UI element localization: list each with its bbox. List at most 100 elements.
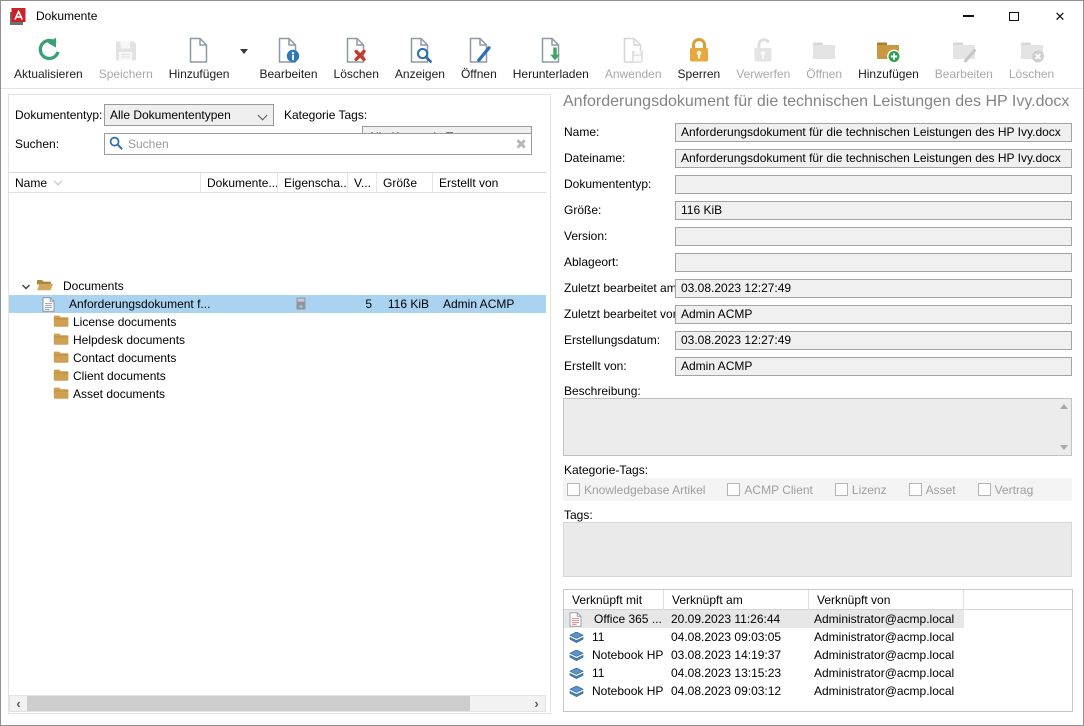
tags-box[interactable] [563, 522, 1072, 577]
toolbar-oeffnen-dokument-button[interactable]: Öffnen [453, 34, 505, 81]
scroll-down-icon[interactable] [1060, 445, 1068, 450]
folder-icon [53, 350, 69, 367]
linked-items-table: Verknüpft mit Verknüpft am Verknüpft von… [563, 589, 1073, 712]
toolbar-button-label: Bearbeiten [935, 67, 993, 81]
details-title: Anforderungsdokument für die technischen… [563, 93, 1075, 111]
content-area: Dokumententyp: Alle Dokumententypen Kate… [1, 89, 1083, 726]
toolbar-sperren-button[interactable]: Sperren [670, 34, 729, 81]
version-field[interactable] [675, 227, 1072, 246]
hinzufuegen-dropdown-button[interactable] [237, 34, 251, 68]
toolbar-herunterladen-button[interactable]: Herunterladen [505, 34, 597, 81]
toolbar-bearbeiten-ordner-button: Bearbeiten [927, 34, 1001, 81]
linked-row[interactable]: 11 04.08.2023 09:03:05 Administrator@acm… [564, 628, 964, 646]
folder-icon [53, 386, 69, 403]
search-input[interactable] [128, 137, 515, 151]
search-icon [109, 136, 123, 153]
tree-row-label: Documents [63, 277, 124, 295]
client-icon [569, 686, 584, 701]
column-header-verknuepft-am[interactable]: Verknüpft am [664, 590, 809, 610]
linked-row[interactable]: Notebook HP 03.08.2023 14:19:37 Administ… [564, 646, 964, 664]
scrollbar-thumb[interactable] [27, 696, 470, 711]
unlock-icon [747, 35, 779, 67]
tree-row-helpdesk-documents[interactable]: Helpdesk documents [9, 331, 546, 349]
acmp-logo-icon [10, 8, 27, 25]
linked-by: Administrator@acmp.local [814, 646, 954, 664]
minimize-button[interactable] [945, 1, 991, 31]
linked-by: Administrator@acmp.local [814, 610, 954, 628]
toolbar-anzeigen-button[interactable]: Anzeigen [387, 34, 453, 81]
erstellungsdatum-field[interactable]: 03.08.2023 12:27:49 [675, 331, 1072, 350]
document-download-icon [535, 35, 567, 67]
tree-row-contact-documents[interactable]: Contact documents [9, 349, 546, 367]
linked-row[interactable]: 11 04.08.2023 13:15:23 Administrator@acm… [564, 664, 964, 682]
beschreibung-label: Beschreibung: [564, 384, 641, 398]
document-tree: Name Dokumente... Eigenscha... V... Größ… [9, 172, 546, 695]
dokumententyp-selected-value: Alle Dokumententypen [110, 108, 231, 122]
field-label: Zuletzt bearbeitet von: [564, 305, 674, 324]
tree-row-documents[interactable]: Documents [9, 277, 546, 295]
scroll-right-icon[interactable]: › [528, 696, 545, 711]
column-header-name[interactable]: Name [9, 173, 201, 193]
expand-chevron-icon[interactable] [21, 281, 31, 291]
scroll-left-icon[interactable]: ‹ [10, 696, 27, 711]
toolbar-hinzufuegen-ordner-button[interactable]: Hinzufügen [850, 34, 927, 81]
column-header-version[interactable]: V... [348, 173, 377, 193]
folder-open-icon [36, 278, 54, 295]
dokumententyp-select[interactable]: Alle Dokumententypen [104, 104, 274, 126]
scroll-up-icon[interactable] [1060, 404, 1068, 409]
toolbar-hinzufuegen-dokument-button[interactable]: Hinzufügen [161, 34, 238, 81]
document-search-icon [404, 35, 436, 67]
linked-name: 11 [592, 628, 664, 646]
toolbar-aktualisieren-button[interactable]: Aktualisieren [6, 34, 91, 81]
tree-row-size: 116 KiB [377, 295, 429, 313]
linked-at: 04.08.2023 09:03:05 [671, 628, 781, 646]
horizontal-scrollbar[interactable]: ‹ › [9, 695, 546, 712]
window-title: Dokumente [36, 9, 97, 23]
column-header-verknuepft-von[interactable]: Verknüpft von [809, 590, 964, 610]
tree-row-asset-documents[interactable]: Asset documents [9, 385, 546, 403]
toolbar-loeschen-dokument-button[interactable]: Löschen [326, 34, 387, 81]
document-icon [42, 297, 55, 315]
tree-row-label: Contact documents [73, 349, 176, 367]
search-field: ✖ [104, 133, 532, 155]
folder-delete-icon [1016, 35, 1048, 67]
ablageort-field[interactable] [675, 253, 1072, 272]
field-label: Name: [564, 123, 674, 142]
textarea-scrollbar[interactable] [1055, 401, 1069, 453]
column-header-erstellt-von[interactable]: Erstellt von [433, 173, 546, 193]
toolbar-bearbeiten-dokument-button[interactable]: Bearbeiten [251, 34, 325, 81]
zuletzt-bearbeitet-von-field[interactable]: Admin ACMP [675, 305, 1072, 324]
kategorie-tags-label: Kategorie-Tags: [564, 463, 648, 477]
column-header-dokumente[interactable]: Dokumente... [201, 173, 278, 193]
linked-name: Notebook HP [592, 646, 664, 664]
properties-icon [296, 297, 306, 313]
column-header-verknuepft-mit[interactable]: Verknüpft mit [564, 590, 664, 610]
clear-search-icon[interactable]: ✖ [515, 137, 527, 151]
details-panel: Anforderungsdokument für die technischen… [561, 89, 1078, 726]
linked-row[interactable]: Notebook HP 04.08.2023 09:03:12 Administ… [564, 682, 964, 700]
close-button[interactable]: ✕ [1037, 1, 1083, 31]
refresh-icon [32, 35, 64, 67]
dateiname-field[interactable]: Anforderungsdokument für die technischen… [675, 149, 1072, 168]
beschreibung-textarea[interactable] [563, 398, 1072, 456]
groesse-field[interactable]: 116 KiB [675, 201, 1072, 220]
name-field[interactable]: Anforderungsdokument für die technischen… [675, 123, 1072, 142]
tree-row-anforderungsdokument[interactable]: Anforderungsdokument f... 5 116 KiB Admi… [9, 295, 546, 313]
folder-icon [53, 314, 69, 331]
checkbox-acmp-client: ACMP Client [727, 483, 812, 497]
tree-row-client-documents[interactable]: Client documents [9, 367, 546, 385]
tree-row-license-documents[interactable]: License documents [9, 313, 546, 331]
folder-icon [53, 332, 69, 349]
erstellt-von-field[interactable]: Admin ACMP [675, 357, 1072, 376]
column-header-groesse[interactable]: Größe [377, 173, 433, 193]
maximize-button[interactable] [991, 1, 1037, 31]
toolbar-button-label: Anzeigen [395, 67, 445, 81]
tree-row-label: Helpdesk documents [73, 331, 185, 349]
toolbar-button-label: Speichern [99, 67, 153, 81]
tree-row-label: Client documents [73, 367, 166, 385]
column-header-eigenschaften[interactable]: Eigenscha... [278, 173, 348, 193]
zuletzt-bearbeitet-am-field[interactable]: 03.08.2023 12:27:49 [675, 279, 1072, 298]
toolbar: Aktualisieren Speichern Hinzufügen Bearb… [1, 31, 1083, 89]
linked-row[interactable]: Office 365 ... 20.09.2023 11:26:44 Admin… [564, 610, 964, 628]
dokumententyp-field[interactable] [675, 175, 1072, 194]
